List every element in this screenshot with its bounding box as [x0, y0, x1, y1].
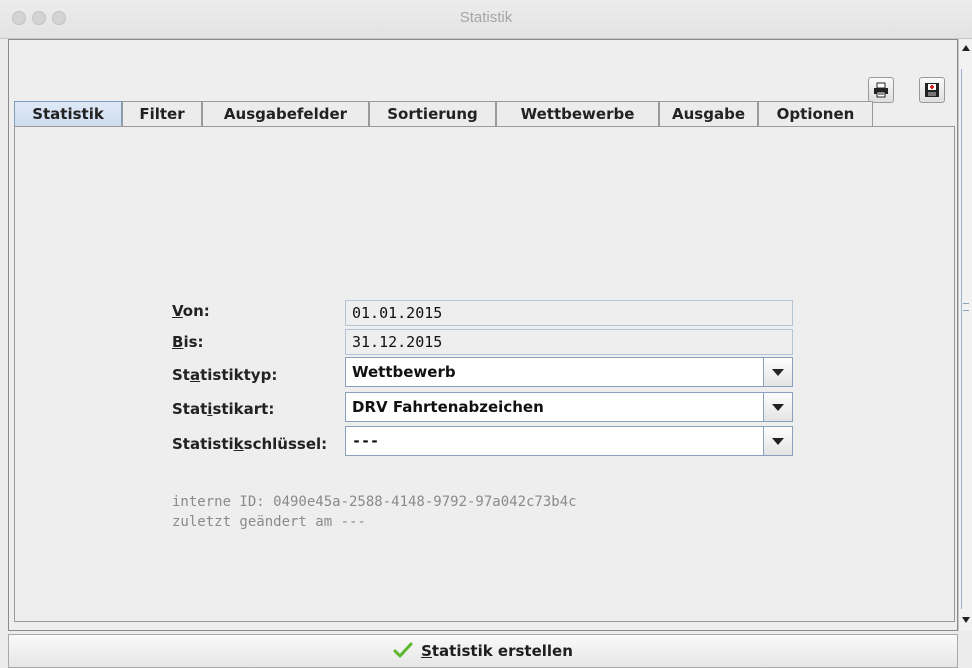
statistiktyp-select[interactable]: Wettbewerb	[345, 357, 793, 387]
vertical-scrollbar[interactable]	[958, 39, 972, 631]
statistiktyp-label: Statistiktyp:	[172, 366, 278, 384]
statistik-erstellen-button[interactable]: Statistik erstellen	[8, 634, 958, 668]
internal-id-text: interne ID: 0490e45a-2588-4148-9792-97a0…	[172, 494, 577, 510]
window-title: Statistik	[459, 9, 513, 26]
tab-wettbewerbe[interactable]: Wettbewerbe	[496, 101, 659, 127]
statistiktyp-value: Wettbewerb	[352, 363, 456, 381]
scroll-down-icon[interactable]	[960, 615, 972, 625]
von-field[interactable]: 01.01.2015	[345, 300, 793, 326]
statistik-erstellen-label: Statistik erstellen	[421, 642, 573, 660]
statistikschluessel-value: ---	[352, 432, 380, 450]
von-label: Von:	[172, 302, 210, 320]
scroll-grip-icon[interactable]	[963, 303, 969, 311]
scroll-thumb[interactable]	[961, 69, 971, 609]
chevron-down-icon[interactable]	[763, 427, 792, 455]
save-icon	[925, 83, 939, 97]
last-changed-text: zuletzt geändert am ---	[172, 514, 366, 530]
printer-icon	[874, 82, 888, 98]
scroll-up-icon[interactable]	[960, 43, 972, 53]
chevron-down-icon[interactable]	[763, 358, 792, 386]
title-bar: Statistik	[0, 0, 972, 39]
print-button[interactable]	[868, 77, 894, 103]
save-button[interactable]	[919, 77, 945, 103]
tab-filter[interactable]: Filter	[122, 101, 202, 127]
bis-field[interactable]: 31.12.2015	[345, 329, 793, 355]
statistikart-value: DRV Fahrtenabzeichen	[352, 398, 544, 416]
tab-ausgabefelder[interactable]: Ausgabefelder	[202, 101, 369, 127]
statistikart-select[interactable]: DRV Fahrtenabzeichen	[345, 392, 793, 422]
tab-statistik[interactable]: Statistik	[14, 101, 122, 128]
statistikart-label: Statistikart:	[172, 400, 275, 418]
checkmark-icon	[393, 642, 413, 658]
statistikschluessel-select[interactable]: ---	[345, 426, 793, 456]
tab-optionen[interactable]: Optionen	[758, 101, 873, 127]
bis-label: Bis:	[172, 333, 204, 351]
statistikschluessel-label: Statistikschlüssel:	[172, 435, 328, 453]
tab-ausgabe[interactable]: Ausgabe	[659, 101, 758, 127]
chevron-down-icon[interactable]	[763, 393, 792, 421]
tab-sortierung[interactable]: Sortierung	[369, 101, 496, 127]
